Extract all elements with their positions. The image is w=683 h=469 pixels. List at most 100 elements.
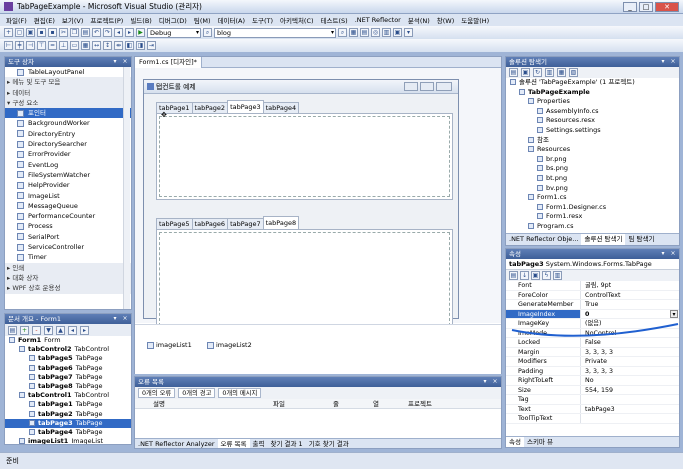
menu-item-3[interactable]: 프로젝트(P) [90, 15, 123, 25]
col-line[interactable]: 줄 [333, 399, 373, 408]
toolbox-item[interactable]: SerialPort [5, 232, 131, 242]
collapse-icon[interactable]: - [32, 325, 41, 335]
pin-icon[interactable]: ▾ [659, 58, 667, 66]
horizontal-spacing-icon[interactable]: ↔ [92, 41, 101, 50]
refresh-icon[interactable]: ↻ [533, 68, 542, 77]
menu-item-10[interactable]: 테스트(S) [321, 15, 348, 25]
property-row[interactable]: Locked False [506, 338, 679, 348]
outline-node[interactable]: tabPage6 TabPage [5, 364, 131, 373]
property-row[interactable]: ToolTipText [506, 414, 679, 424]
solution-node[interactable]: Properties [506, 97, 679, 107]
property-row[interactable]: ImeMode NoControl [506, 328, 679, 338]
new-project-icon[interactable]: + [4, 28, 13, 37]
solution-node[interactable]: TabPageExample [506, 88, 679, 98]
maximize-button[interactable]: □ [639, 2, 653, 12]
col-column[interactable]: 열 [373, 399, 408, 408]
outline-node[interactable]: tabPage2 TabPage [5, 410, 131, 419]
menu-item-8[interactable]: 도구(T) [252, 15, 273, 25]
property-value[interactable]: tabPage3 [580, 404, 679, 413]
solution-node[interactable]: bs.png [506, 164, 679, 174]
menu-item-0[interactable]: 파일(F) [6, 15, 27, 25]
outline-node[interactable]: imageList1 ImageList [5, 437, 131, 444]
find-in-files-icon[interactable]: ⌕ [338, 28, 347, 37]
menu-item-7[interactable]: 데이터(A) [218, 15, 245, 25]
col-file[interactable]: 파일 [273, 399, 333, 408]
menu-item-1[interactable]: 편집(E) [34, 15, 55, 25]
property-row[interactable]: Modifiers Private [506, 357, 679, 367]
pin-icon[interactable]: ▾ [111, 58, 119, 66]
move-in-icon[interactable]: ▸ [80, 325, 89, 335]
categorized-icon[interactable]: ▤ [509, 271, 518, 280]
menu-item-2[interactable]: 보기(V) [62, 15, 83, 25]
toolbox-icon[interactable]: ▥ [382, 28, 391, 37]
save-icon[interactable]: ▪ [37, 28, 46, 37]
bottom-tab-3[interactable]: 찾기 결과 1 [267, 439, 305, 448]
properties-tab-1[interactable]: 스키마 뷰 [524, 437, 556, 447]
solution-node[interactable]: AssemblyInfo.cs [506, 107, 679, 117]
menu-item-11[interactable]: .NET Reflector [355, 16, 401, 24]
property-value[interactable] [580, 395, 679, 404]
outline-node[interactable]: tabPage1 TabPage [5, 400, 131, 409]
outline-node[interactable]: tabPage4 TabPage [5, 428, 131, 437]
property-row[interactable]: ImageIndex 0 ▾ [506, 309, 679, 319]
align-centers-icon[interactable]: ╪ [15, 41, 24, 50]
toolbox-item[interactable]: DirectorySearcher [5, 139, 131, 149]
design-tab-tabPage7[interactable]: tabPage7 [227, 218, 264, 229]
solution-node[interactable]: br.png [506, 155, 679, 165]
minimize-button[interactable]: _ [623, 2, 637, 12]
document-tab-form1-design[interactable]: Form1.cs [디자인]* [135, 57, 202, 68]
solution-node[interactable]: Form1.Designer.cs [506, 203, 679, 213]
design-tab-tabPage8[interactable]: tabPage8 [262, 216, 300, 229]
solution-tab-0[interactable]: .NET Reflector Obje... [506, 234, 581, 245]
toolbox-item[interactable]: MessageQueue [5, 201, 131, 211]
size-to-grid-icon[interactable]: ▦ [81, 41, 90, 50]
start-page-icon[interactable]: ▣ [393, 28, 402, 37]
tab-order-icon[interactable]: ⇥ [147, 41, 156, 50]
error-filter-1[interactable]: 0개의 경고 [178, 388, 216, 398]
toolbox-category[interactable]: ▸ WPF 상호 운용성 [5, 283, 131, 294]
toolbox-item[interactable]: BackgroundWorker [5, 118, 131, 128]
solution-explorer-icon[interactable]: ▦ [349, 28, 358, 37]
alphabetical-icon[interactable]: ↓ [520, 271, 529, 280]
solution-node[interactable]: bv.png [506, 184, 679, 194]
property-value[interactable] [580, 414, 679, 423]
design-tab-tabPage6[interactable]: tabPage6 [191, 218, 229, 229]
property-value[interactable]: 554, 159 [580, 385, 679, 394]
make-same-size-icon[interactable]: ▭ [70, 41, 79, 50]
close-icon[interactable]: × [669, 250, 677, 258]
toolbox-scrollbar[interactable] [123, 67, 130, 309]
property-row[interactable]: RightToLeft No [506, 376, 679, 386]
menu-item-4[interactable]: 빌드(B) [130, 15, 152, 25]
outline-node[interactable]: tabPage3 TabPage [5, 418, 131, 428]
solution-node[interactable]: Form1.cs [506, 193, 679, 203]
property-value[interactable]: (없음) [580, 319, 679, 328]
tabcontrol2[interactable]: tabPage5 tabPage6 tabPage7 tabPage8 [156, 216, 453, 329]
solution-config-combo[interactable]: Debug [147, 27, 201, 38]
expand-icon[interactable]: + [20, 325, 29, 335]
outline-node[interactable]: tabControl2 TabControl [5, 345, 131, 354]
toolbox-category[interactable]: ▸ 메뉴 및 도구 모음 [5, 77, 131, 88]
navigate-forward-icon[interactable]: ▸ [125, 28, 134, 37]
toolbox-item[interactable]: EventLog [5, 160, 131, 170]
move-up-icon[interactable]: ▲ [56, 325, 65, 335]
property-row[interactable]: Text tabPage3 [506, 404, 679, 414]
property-value[interactable]: Private [580, 357, 679, 366]
class-diagram-icon[interactable]: ▧ [569, 68, 578, 77]
send-to-back-icon[interactable]: ◨ [136, 41, 145, 50]
form1-window[interactable]: 탭컨트롤 예제 tabPage1 tabPage2 tabPage3 tabPage4… [143, 79, 459, 329]
bottom-tab-1[interactable]: 오류 목록 [217, 439, 250, 448]
start-debug-icon[interactable]: ▶ [136, 28, 145, 37]
close-button[interactable]: ✕ [655, 2, 679, 12]
solution-node[interactable]: Resources [506, 145, 679, 155]
solution-tab-1[interactable]: 솔루션 탐색기 [581, 234, 626, 245]
outline-node[interactable]: tabControl1 TabControl [5, 391, 131, 400]
outline-node[interactable]: tabPage7 TabPage [5, 373, 131, 382]
redo-icon[interactable]: ↷ [103, 28, 112, 37]
error-filter-2[interactable]: 0개의 메시지 [218, 388, 262, 398]
tray-imagelist1[interactable]: imageList1 [147, 341, 192, 349]
property-value[interactable]: 3, 3, 3, 3 [580, 347, 679, 356]
solution-node[interactable]: Program.cs [506, 222, 679, 232]
properties-icon[interactable]: ▤ [360, 28, 369, 37]
toolbox-category[interactable]: ▸ 데이터 [5, 87, 131, 98]
find-icon[interactable]: ⌕ [203, 28, 212, 37]
